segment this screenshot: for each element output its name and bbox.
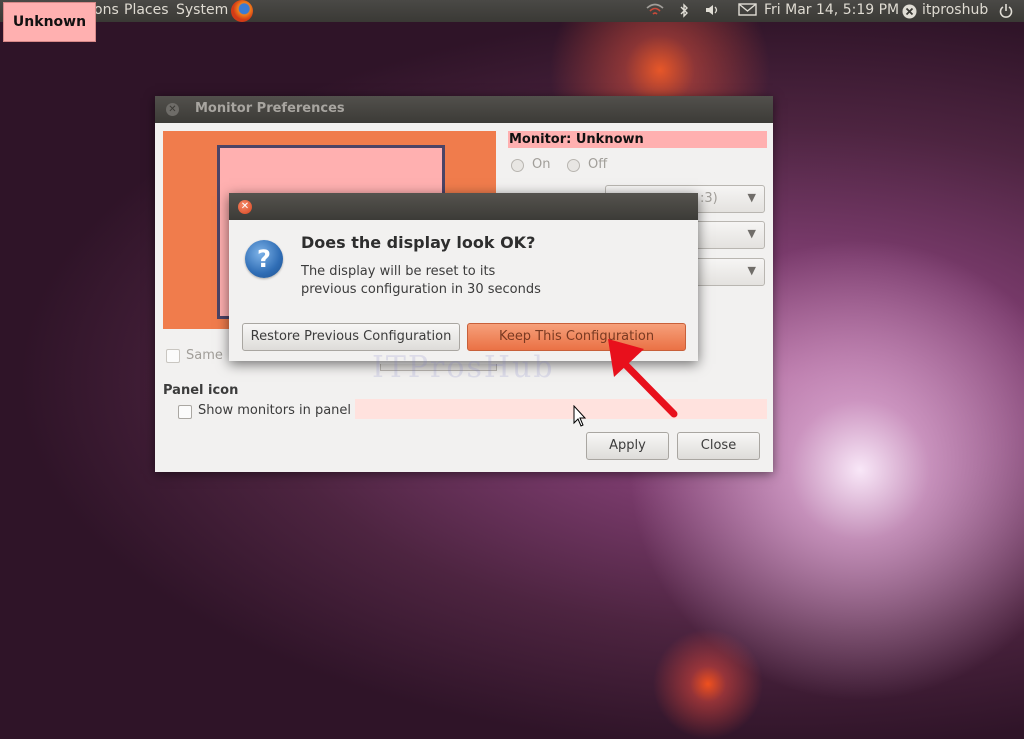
user-menu[interactable]: itproshub [922,2,988,18]
dialog-titlebar[interactable]: ✕ [229,193,698,220]
firefox-icon[interactable] [231,0,253,22]
top-panel: ons Places System Fri Mar 14, 5:19 PM it… [0,0,1024,22]
chevron-down-icon: ▼ [747,191,756,204]
dialog-close-icon[interactable]: ✕ [238,200,252,214]
places-menu[interactable]: Places [124,2,169,18]
monitor-name-label: Monitor: Unknown [508,131,767,148]
on-radio[interactable] [511,159,524,172]
chevron-down-icon: ▼ [747,264,756,277]
question-icon: ? [245,240,283,278]
restore-previous-configuration-button[interactable]: Restore Previous Configuration [242,323,460,351]
applications-menu[interactable]: ons [94,2,119,18]
off-label: Off [588,157,608,172]
user-status-icon[interactable] [902,4,917,23]
same-image-label: Same [186,348,223,363]
annotation-arrow-icon [608,339,678,418]
mouse-cursor-icon [573,405,587,427]
resolution-value: :3) [700,191,718,206]
on-label: On [532,157,551,172]
window-title: Monitor Preferences [195,101,345,116]
power-icon[interactable] [998,3,1014,23]
chevron-down-icon: ▼ [747,227,756,240]
volume-icon[interactable] [705,3,721,21]
window-close-icon[interactable]: ✕ [166,103,179,116]
clock[interactable]: Fri Mar 14, 5:19 PM [764,2,899,18]
unknown-label-tag: Unknown [3,2,96,42]
apply-button[interactable]: Apply [586,432,669,460]
mail-icon[interactable] [738,3,757,20]
dialog-message: The display will be reset to its previou… [301,264,541,297]
panel-icon-heading: Panel icon [163,383,239,398]
window-titlebar[interactable]: ✕ Monitor Preferences [155,96,773,123]
same-image-checkbox[interactable] [166,349,180,363]
network-icon[interactable] [646,3,664,21]
watermark: ITProsHub [372,350,555,385]
system-menu[interactable]: System [176,2,228,18]
bluetooth-icon[interactable] [679,3,689,22]
close-button[interactable]: Close [677,432,760,460]
highlight-strip [355,399,767,419]
dialog-heading: Does the display look OK? [301,233,536,252]
show-monitors-label: Show monitors in panel [198,403,352,418]
show-monitors-checkbox[interactable] [178,405,192,419]
off-radio[interactable] [567,159,580,172]
